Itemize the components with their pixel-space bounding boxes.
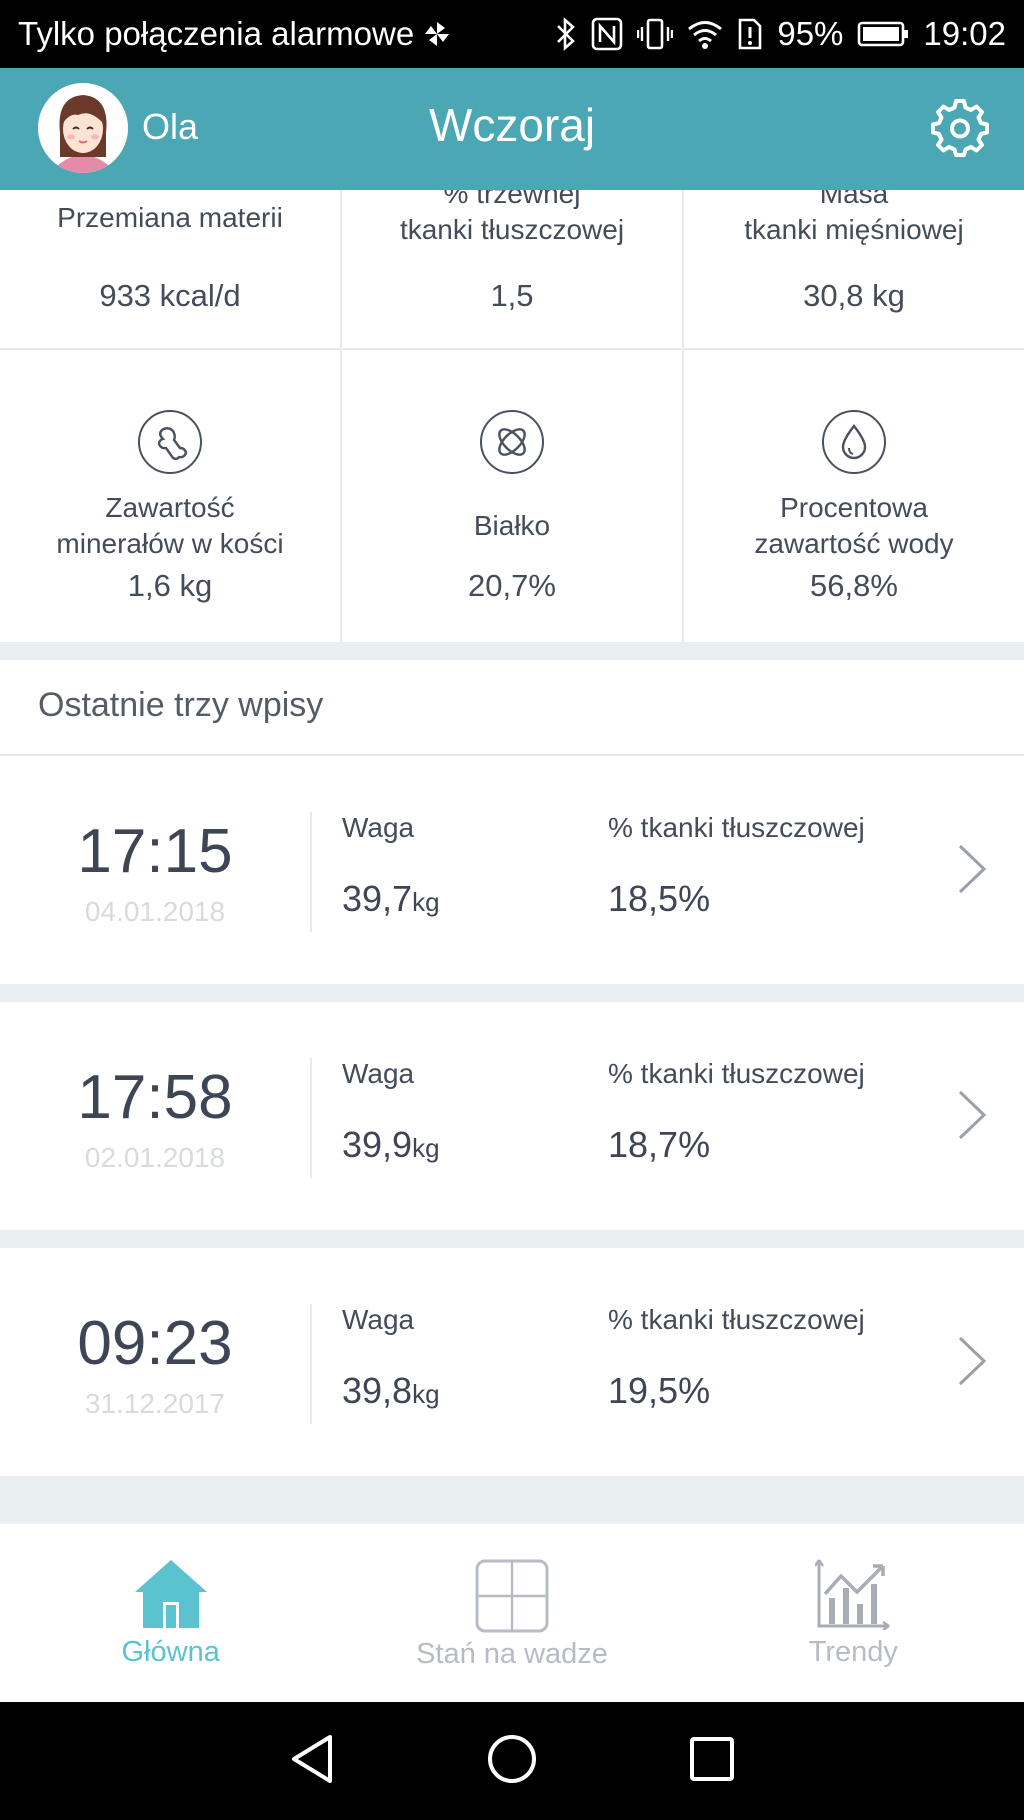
nav-home[interactable]: Główna (0, 1524, 341, 1702)
entry-separator (310, 1058, 312, 1178)
wifi-icon (687, 19, 723, 49)
username[interactable]: Ola (142, 106, 198, 148)
vibrate-icon (637, 17, 674, 51)
nfc-icon (591, 17, 623, 51)
entry-divider (0, 1230, 1024, 1248)
metric-label-line1: Zawartość (105, 492, 235, 523)
weight-label: Waga (342, 1058, 415, 1089)
section-title: Ostatnie trzy wpisy (38, 686, 324, 724)
metric-metabolism[interactable]: Przemiana materii 933 kcal/d (0, 190, 342, 348)
avatar[interactable] (38, 83, 128, 173)
pinwheel-icon (422, 19, 452, 49)
entry-row[interactable]: 09:23 31.12.2017 Waga 39,8kg % tkanki tł… (0, 1248, 1024, 1476)
metric-label-line2: minerałów w kości (56, 528, 284, 559)
nav-trends[interactable]: Trendy (683, 1524, 1024, 1702)
back-icon[interactable] (288, 1733, 336, 1790)
fat-label: % tkanki tłuszczowej (608, 1304, 865, 1335)
metric-value: 1,5 (490, 278, 534, 313)
chevron-right-icon[interactable] (954, 842, 990, 896)
section-divider (0, 642, 1024, 660)
bottom-nav: Główna Stań na wadze Trendy (0, 1522, 1024, 1702)
bluetooth-icon (555, 17, 577, 51)
entry-separator (310, 812, 312, 932)
metric-label-line1: Procentowa (780, 492, 928, 523)
chevron-right-icon[interactable] (954, 1334, 990, 1388)
metric-value: 933 kcal/d (99, 278, 241, 313)
chevron-right-icon[interactable] (954, 1088, 990, 1142)
metric-label-line1: Masa (819, 190, 889, 209)
trend-chart-icon (814, 1558, 891, 1635)
metric-label-line2: tkanki tłuszczowej (399, 214, 625, 245)
metric-value: 56,8% (810, 568, 898, 603)
scale-icon (474, 1558, 550, 1639)
metric-label-line2: zawartość wody (754, 528, 954, 559)
battery-icon (857, 20, 909, 48)
fat-value: 18,7% (608, 1124, 711, 1165)
entry-date: 02.01.2018 (84, 1142, 226, 1173)
metrics-row: Zawartość minerałów w kości 1,6 kg Białk… (0, 350, 1024, 644)
metric-protein[interactable]: Białko 20,7% (342, 350, 684, 642)
metric-label: Białko (473, 510, 551, 541)
metrics-row: Przemiana materii 933 kcal/d % trzewnej … (0, 190, 1024, 350)
entry-row[interactable]: 17:15 04.01.2018 Waga 39,7kg % tkanki tł… (0, 756, 1024, 984)
weight-value: 39,9kg (342, 1124, 440, 1165)
water-drop-icon (822, 410, 886, 474)
weight-value: 39,8kg (342, 1370, 440, 1411)
metric-bone-minerals[interactable]: Zawartość minerałów w kości 1,6 kg (0, 350, 342, 642)
metric-value: 20,7% (468, 568, 556, 603)
metric-muscle-mass[interactable]: Masa tkanki mięśniowej 30,8 kg (684, 190, 1024, 348)
nav-scale[interactable]: Stań na wadze (341, 1524, 682, 1702)
entry-time: 09:23 (77, 1309, 233, 1378)
clock: 19:02 (923, 15, 1006, 52)
nav-label: Stań na wadze (416, 1638, 608, 1670)
battery-percent: 95% (777, 15, 844, 52)
home-circle-icon[interactable] (486, 1733, 538, 1790)
nav-label: Trendy (808, 1636, 898, 1668)
metric-value: 30,8 kg (803, 278, 905, 313)
entry-date: 04.01.2018 (84, 896, 226, 927)
nav-label: Główna (121, 1636, 220, 1668)
weight-label: Waga (342, 1304, 415, 1335)
metrics-grid: Przemiana materii 933 kcal/d % trzewnej … (0, 190, 1024, 644)
fat-value: 19,5% (608, 1370, 711, 1411)
bone-icon (138, 410, 202, 474)
weight-label: Waga (342, 812, 415, 843)
fat-value: 18,5% (608, 878, 711, 919)
metric-water[interactable]: Procentowa zawartość wody 56,8% (684, 350, 1024, 642)
entry-divider (0, 984, 1024, 1002)
entry-date: 31.12.2017 (84, 1388, 226, 1419)
carrier-text: Tylko połączenia alarmowe (18, 15, 415, 52)
app-header: Ola Wczoraj (0, 68, 1024, 190)
metric-label: Przemiana materii (57, 202, 283, 233)
status-bar: Tylko połączenia alarmowe 95% 19:02 (0, 0, 1024, 68)
home-icon (133, 1558, 209, 1635)
protein-icon (480, 410, 544, 474)
metric-value: 1,6 kg (127, 568, 213, 603)
system-navigation-bar (0, 1702, 1024, 1820)
metric-label-line2: tkanki mięśniowej (744, 214, 964, 245)
entry-row[interactable]: 17:58 02.01.2018 Waga 39,9kg % tkanki tł… (0, 1002, 1024, 1230)
recents-icon[interactable] (688, 1735, 736, 1788)
entry-time: 17:58 (77, 1063, 233, 1132)
entry-time: 17:15 (77, 817, 233, 886)
settings-gear-icon[interactable] (930, 98, 990, 158)
metric-visceral-fat[interactable]: % trzewnej tkanki tłuszczowej 1,5 (342, 190, 684, 348)
fat-label: % tkanki tłuszczowej (608, 1058, 865, 1089)
fat-label: % tkanki tłuszczowej (608, 812, 865, 843)
weight-value: 39,7kg (342, 878, 440, 919)
entry-separator (310, 1304, 312, 1424)
metric-label-line1: % trzewnej (443, 190, 581, 209)
bottom-spacer (0, 1476, 1024, 1522)
sim-alert-icon (737, 17, 763, 51)
